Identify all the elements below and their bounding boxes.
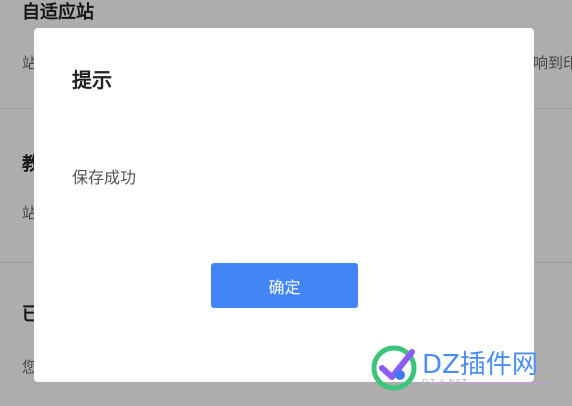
alert-dialog: 提示 保存成功 确定	[34, 28, 534, 382]
watermark-brand: DZ插件网	[422, 350, 538, 380]
dz-logo-icon	[371, 345, 417, 391]
watermark: DZ插件网 DZ-X.NET	[370, 336, 560, 392]
dialog-message: 保存成功	[72, 168, 137, 187]
watermark-subtitle: DZ-X.NET	[422, 378, 468, 387]
confirm-button[interactable]: 确定	[211, 263, 358, 308]
dialog-title: 提示	[72, 68, 112, 92]
